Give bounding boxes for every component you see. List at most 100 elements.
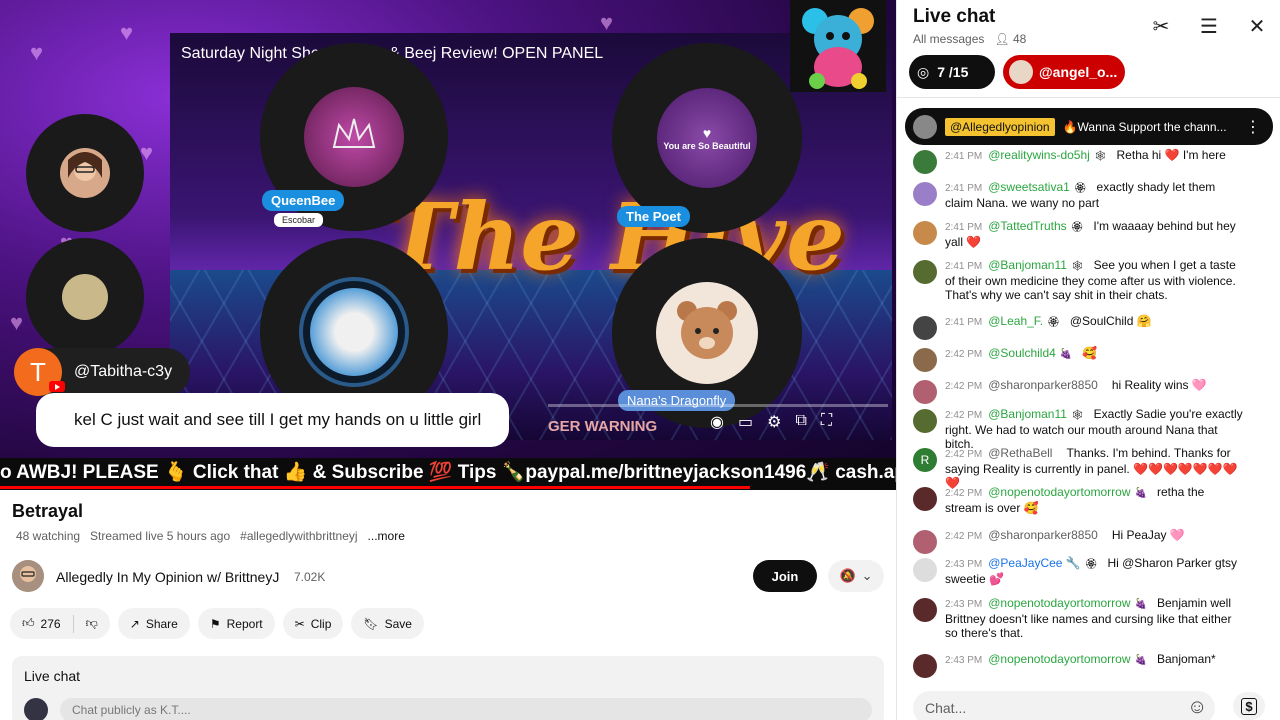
flag-icon: ⚑	[209, 616, 221, 631]
chat-message[interactable]: 2:41 PM @Banjoman11 🕸 See you when I get a …	[913, 258, 1243, 302]
chat-title: Live chat	[913, 6, 996, 27]
chat-avatar	[913, 260, 937, 284]
message-author[interactable]: @Banjoman11	[988, 407, 1067, 421]
share-button[interactable]: ↗ Share	[117, 608, 190, 639]
goal-pill[interactable]: ◎ 7 /15	[909, 55, 995, 89]
panelist-name-poet: The Poet	[617, 206, 690, 227]
video-title: Betrayal	[12, 501, 84, 521]
message-author[interactable]: @sharonparker8850	[988, 378, 1098, 392]
message-author[interactable]: @nopenotodayortomorrow	[988, 596, 1130, 610]
report-button[interactable]: ⚑ Report	[197, 608, 275, 639]
member-badge-icon: 🍇	[1134, 488, 1147, 499]
member-badge-icon: 🕸	[1093, 151, 1107, 162]
message-author[interactable]: @Leah_F.	[988, 314, 1043, 328]
chat-message[interactable]: 2:42 PM @Soulchild4 🍇 🥰	[913, 346, 1243, 372]
emoji-icon[interactable]: ☺	[1187, 696, 1211, 720]
message-author[interactable]: @RethaBell	[988, 446, 1052, 460]
app-root: ♥♥ ♥♥ ♥♥ ♥♥ The Hive Saturday Night Shen…	[0, 0, 1280, 720]
channel-avatar[interactable]	[12, 560, 44, 592]
member-badge-icon: 🏵	[1084, 559, 1098, 570]
captions-icon[interactable]: ▭	[738, 412, 753, 432]
avatar-letter: T	[30, 356, 46, 387]
pinned-message[interactable]: @Allegedlyopinion 🔥Wanna Support the cha…	[905, 108, 1273, 145]
chat-message[interactable]: 2:43 PM @nopenotodayortomorrow 🍇 Banjoman*	[913, 652, 1243, 678]
chat-message[interactable]: 2:41 PM @Leah_F. 🏵 @SoulChild 🤗	[913, 314, 1243, 340]
chat-message[interactable]: 2:42 PM @Banjoman11 🕸 Exactly Sadie you're …	[913, 407, 1243, 451]
panelist-avatar	[62, 274, 108, 320]
chat-message[interactable]: 2:41 PM @realitywins-do5hj 🕸 Retha hi ❤️ I'…	[913, 148, 1243, 174]
chat-message[interactable]: 2:42 PM @nopenotodayortomorrow 🍇 retha the …	[913, 485, 1243, 515]
panelist-sub-queenbee: Escobar	[274, 213, 324, 227]
message-time: 2:41 PM	[945, 183, 983, 194]
message-author[interactable]: @sharonparker8850	[988, 528, 1098, 542]
message-text: Retha hi ❤️ I'm here	[1116, 148, 1226, 162]
tune-icon[interactable]: ☰	[1197, 14, 1221, 38]
message-author[interactable]: @Banjoman11	[988, 258, 1067, 272]
channel-row: Allegedly In My Opinion w/ BrittneyJ 7.0…	[12, 560, 884, 594]
chat-message[interactable]: 2:41 PM @sweetsativa1 🏵 exactly shady let t…	[913, 180, 1243, 210]
message-time: 2:42 PM	[945, 488, 983, 499]
message-author[interactable]: @TattedTruths	[988, 219, 1066, 233]
divider	[72, 614, 74, 633]
thumbs-down-icon[interactable]: 👎︎	[86, 616, 98, 631]
chat-message[interactable]: 2:41 PM @TattedTruths 🏵 I'm waaaay behind b…	[913, 219, 1243, 249]
volume-icon[interactable]: ◉	[710, 412, 724, 432]
message-author[interactable]: @Soulchild4	[988, 346, 1056, 360]
chat-message[interactable]: 2:43 PM @nopenotodayortomorrow 🍇 Benjamin w…	[913, 596, 1243, 640]
inline-chat-input[interactable]: Chat publicly as K.T....	[60, 698, 872, 720]
hashtag-link[interactable]: #allegedlywithbrittneyj	[240, 529, 357, 543]
member-badge-icon: 🏵	[1073, 183, 1087, 194]
join-button[interactable]: Join	[753, 560, 817, 592]
subscriber-count: 7.02K	[294, 570, 326, 584]
panelist-poet: ♥ You are So Beautiful	[612, 43, 802, 233]
clip-label: Clip	[310, 616, 332, 631]
chat-avatar	[913, 530, 937, 554]
fullscreen-icon[interactable]: ⛶	[821, 412, 832, 432]
more-vert-icon[interactable]: ⋮	[1245, 117, 1261, 137]
super-chat-button[interactable]: $	[1233, 692, 1265, 720]
close-icon[interactable]: ✕	[1245, 14, 1269, 38]
share-icon: ↗	[129, 616, 140, 631]
message-author[interactable]: @realitywins-do5hj	[988, 148, 1090, 162]
message-author[interactable]: @nopenotodayortomorrow	[988, 652, 1130, 666]
message-author[interactable]: @sweetsativa1	[988, 180, 1070, 194]
chat-message[interactable]: 2:43 PM @PeaJayCee 🔧 🏵 Hi @Sharon Parker gt…	[913, 556, 1243, 586]
video-player[interactable]: ♥♥ ♥♥ ♥♥ ♥♥ The Hive Saturday Night Shen…	[0, 0, 896, 490]
chat-message[interactable]: 2:42 PM @sharonparker8850 Hi PeaJay 🩷	[913, 528, 1243, 554]
chat-message[interactable]: 2:42 PM @sharonparker8850 hi Reality wins …	[913, 378, 1243, 404]
report-label: Report	[226, 616, 263, 631]
donor-avatar	[1009, 60, 1033, 84]
heart-icon: ♥	[702, 125, 712, 141]
save-button[interactable]: 🔖︎ Save	[351, 608, 424, 639]
chat-avatar	[913, 316, 937, 340]
action-bar: 👍︎ 276 👎︎ ↗ Share ⚑ Report ✂ Clip 🔖︎ Sav…	[10, 608, 424, 639]
channel-name[interactable]: Allegedly In My Opinion w/ BrittneyJ	[56, 569, 279, 585]
chat-filter[interactable]: All messages	[913, 32, 984, 46]
settings-gear-icon[interactable]: ⚙	[767, 412, 781, 432]
inline-live-chat-label: Live chat	[24, 668, 81, 684]
youtube-badge-icon	[49, 381, 65, 392]
chat-input[interactable]: Chat...	[913, 691, 1215, 720]
featured-comment-text: kel C just wait and see till I get my ha…	[36, 393, 510, 447]
like-count: 276	[40, 616, 61, 631]
message-text: Hi PeaJay 🩷	[1111, 528, 1185, 542]
scissors-icon[interactable]: ✂	[1149, 14, 1173, 38]
more-link[interactable]: ...more	[368, 529, 405, 543]
notification-bell-button[interactable]: 🔕 ⌄	[828, 560, 884, 592]
clip-button[interactable]: ✂ Clip	[282, 608, 344, 639]
cast-icon[interactable]: ⧉	[795, 412, 806, 432]
donor-pill[interactable]: @angel_o...	[1003, 55, 1125, 89]
pinned-author: @Allegedlyopinion	[945, 117, 1055, 136]
like-dislike-button[interactable]: 👍︎ 276 👎︎	[10, 608, 110, 639]
chat-avatar	[913, 150, 937, 174]
video-progress-bar[interactable]	[548, 404, 888, 407]
message-time: 2:42 PM	[945, 381, 983, 392]
message-author[interactable]: @PeaJayCee 🔧	[988, 556, 1081, 570]
message-author[interactable]: @nopenotodayortomorrow	[988, 485, 1130, 499]
poet-text: You are So Beautiful	[663, 141, 751, 151]
chat-message[interactable]: R 2:42 PM @RethaBell Thanks. I'm behind. Th…	[913, 446, 1243, 490]
ticker-underline	[0, 486, 750, 489]
share-label: Share	[145, 616, 178, 631]
chat-avatar	[913, 221, 937, 245]
thumbs-up-icon[interactable]: 👍︎	[22, 616, 35, 631]
